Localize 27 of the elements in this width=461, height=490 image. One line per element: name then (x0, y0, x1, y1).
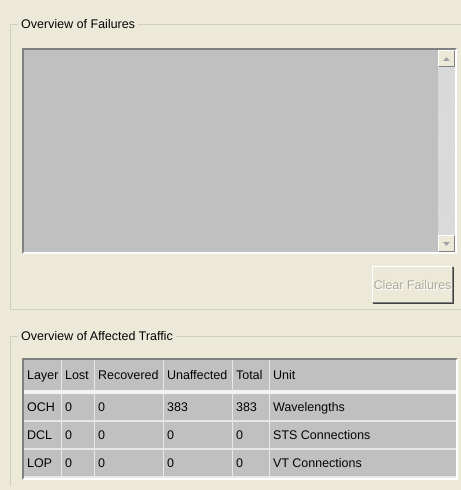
table-cell: Wavelengths (270, 394, 456, 422)
table-cell: 0 (164, 450, 233, 478)
table-cell: 0 (233, 422, 270, 450)
scrollbar[interactable] (438, 50, 455, 252)
column-header[interactable]: Lost (62, 360, 95, 394)
scroll-up-icon[interactable] (438, 50, 455, 67)
column-header[interactable]: Recovered (95, 360, 164, 394)
table-cell: VT Connections (270, 450, 456, 478)
table-cell: OCH (24, 394, 62, 422)
column-header[interactable]: Layer (24, 360, 62, 394)
table-cell: 383 (164, 394, 233, 422)
column-header[interactable]: Unaffected (164, 360, 233, 394)
table-cell: LOP (24, 450, 62, 478)
table-cell: 0 (95, 394, 164, 422)
table-cell: 0 (62, 422, 95, 450)
table-cell: STS Connections (270, 422, 456, 450)
table-cell: 0 (233, 450, 270, 478)
column-header[interactable]: Unit (270, 360, 456, 394)
table-cell: 0 (95, 450, 164, 478)
table-cell: 0 (164, 422, 233, 450)
table-cell: 0 (95, 422, 164, 450)
table-cell: 383 (233, 394, 270, 422)
table-cell: 0 (62, 394, 95, 422)
scroll-down-icon[interactable] (438, 235, 455, 252)
table-cell: 0 (62, 450, 95, 478)
column-header[interactable]: Total (233, 360, 270, 394)
table-cell: DCL (24, 422, 62, 450)
